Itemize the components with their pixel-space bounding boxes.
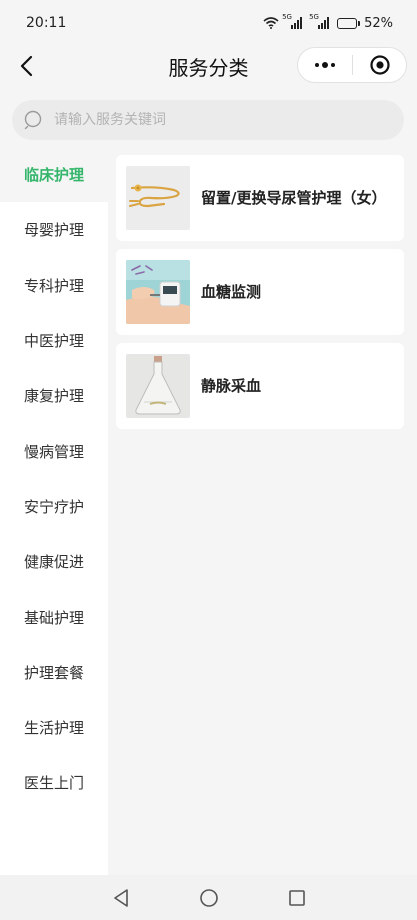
system-navigation-bar (0, 875, 417, 920)
sidebar-item-specialty-care[interactable]: 专科护理 (0, 257, 108, 313)
status-time: 20:11 (26, 15, 67, 31)
sidebar-item-care-package[interactable]: 护理套餐 (0, 644, 108, 700)
back-triangle-icon (113, 888, 128, 907)
system-back-button[interactable] (109, 886, 133, 910)
system-recents-button[interactable] (285, 886, 309, 910)
more-dots-icon (315, 62, 335, 68)
wifi-icon (263, 17, 279, 29)
status-icons: 5G 5G 52% (263, 13, 393, 31)
sidebar-item-basic-care[interactable]: 基础护理 (0, 589, 108, 645)
sidebar-item-daily-living-care[interactable]: 生活护理 (0, 699, 108, 756)
target-circle-icon (369, 55, 390, 75)
service-name: 留置/更换导尿管护理（女） (201, 188, 387, 207)
signal-icon: 5G (309, 13, 330, 29)
recents-square-icon (288, 889, 305, 906)
battery-icon (337, 17, 361, 29)
sidebar-item-tcm-care[interactable]: 中医护理 (0, 312, 108, 369)
sidebar-item-maternal-infant-care[interactable]: 母婴护理 (0, 202, 108, 258)
status-bar: 20:11 5G 5G 52% (0, 0, 417, 46)
back-button[interactable] (16, 54, 40, 78)
sidebar-item-hospice-care[interactable]: 安宁疗护 (0, 478, 108, 535)
search-input[interactable] (54, 100, 404, 140)
sidebar-item-clinical-care[interactable]: 临床护理 (0, 147, 108, 203)
sidebar-item-doctor-home-visit[interactable]: 医生上门 (0, 755, 108, 811)
search-icon (24, 110, 42, 130)
service-name: 静脉采血 (201, 376, 262, 395)
service-list: 留置/更换导尿管护理（女） 血糖监测 静脉采血 (116, 155, 404, 437)
service-card[interactable]: 血糖监测 (116, 249, 404, 335)
system-home-button[interactable] (197, 886, 221, 910)
signal-1-label: 5G (282, 13, 292, 21)
sidebar-item-rehab-care[interactable]: 康复护理 (0, 368, 108, 424)
signal-2-label: 5G (309, 13, 319, 21)
mini-program-capsule (297, 47, 407, 83)
search-bar[interactable] (12, 100, 404, 140)
sidebar-item-chronic-disease[interactable]: 慢病管理 (0, 423, 108, 479)
sidebar-item-health-promotion[interactable]: 健康促进 (0, 534, 108, 590)
glucose-meter-image (126, 260, 190, 324)
battery-percent: 52% (364, 15, 393, 31)
flask-image (126, 354, 190, 418)
signal-icon: 5G (282, 13, 303, 29)
catheter-image (126, 166, 190, 230)
service-card[interactable]: 静脉采血 (116, 343, 404, 429)
category-sidebar: 临床护理 母婴护理 专科护理 中医护理 康复护理 慢病管理 安宁疗护 健康促进 … (0, 147, 108, 875)
more-button[interactable] (298, 48, 352, 82)
service-name: 血糖监测 (201, 282, 262, 301)
close-button[interactable] (353, 48, 406, 82)
chevron-left-icon (20, 55, 33, 77)
home-circle-icon (199, 888, 218, 907)
service-card[interactable]: 留置/更换导尿管护理（女） (116, 155, 404, 241)
nav-bar: 服务分类 (0, 46, 417, 86)
